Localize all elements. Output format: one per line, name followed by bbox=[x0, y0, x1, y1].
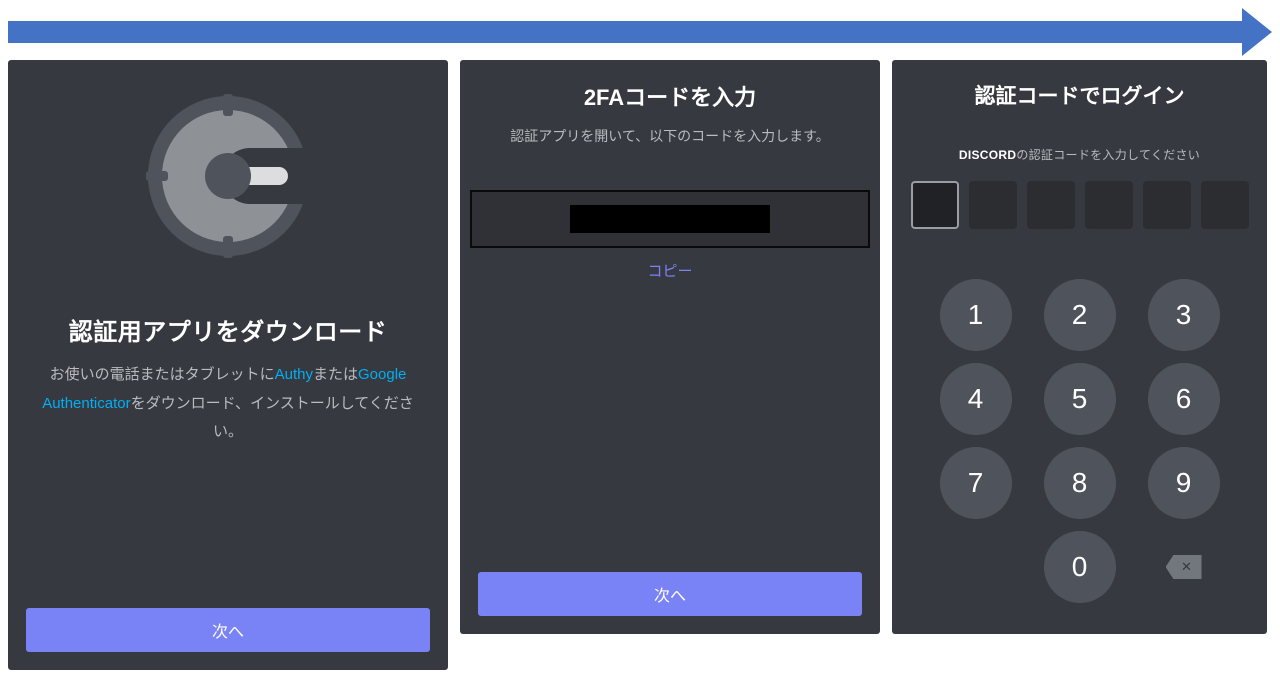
panel3-title: 認証コードでログイン bbox=[975, 80, 1185, 110]
keypad-2[interactable]: 2 bbox=[1044, 279, 1116, 351]
link-authy[interactable]: Authy bbox=[275, 366, 313, 383]
panel-login-with-code: 認証コードでログイン DISCORDの認証コードを入力してください 123 456… bbox=[892, 60, 1267, 634]
copy-button[interactable]: コピー bbox=[647, 260, 692, 281]
panel3-subtitle: DISCORDの認証コードを入力してください bbox=[959, 146, 1200, 163]
arrow-head-icon bbox=[1242, 8, 1272, 56]
flow-arrow bbox=[8, 16, 1272, 48]
code-digit-6[interactable] bbox=[1201, 181, 1249, 229]
panels-row: 認証用アプリをダウンロード お使いの電話またはタブレットにAuthyまたはGoo… bbox=[8, 60, 1272, 672]
panel2-subtitle: 認証アプリを開いて、以下のコードを入力します。 bbox=[486, 126, 853, 146]
auth-code-display bbox=[470, 190, 870, 248]
keypad-6[interactable]: 6 bbox=[1148, 363, 1220, 435]
keypad-9[interactable]: 9 bbox=[1148, 447, 1220, 519]
keypad-7[interactable]: 7 bbox=[940, 447, 1012, 519]
panel1-title: 認証用アプリをダウンロード bbox=[69, 312, 388, 347]
keypad-backspace[interactable] bbox=[1148, 531, 1220, 603]
desc-mid: または bbox=[313, 366, 358, 383]
panel-download-auth-app: 認証用アプリをダウンロード お使いの電話またはタブレットにAuthyまたはGoo… bbox=[8, 60, 448, 670]
authenticator-icon bbox=[138, 86, 318, 266]
keypad-3[interactable]: 3 bbox=[1148, 279, 1220, 351]
keypad-4[interactable]: 4 bbox=[940, 363, 1012, 435]
keypad-0[interactable]: 0 bbox=[1044, 531, 1116, 603]
keypad-5[interactable]: 5 bbox=[1044, 363, 1116, 435]
keypad-8[interactable]: 8 bbox=[1044, 447, 1116, 519]
arrow-bar bbox=[8, 21, 1242, 43]
code-digit-4[interactable] bbox=[1085, 181, 1133, 229]
keypad-1[interactable]: 1 bbox=[940, 279, 1012, 351]
code-digit-5[interactable] bbox=[1143, 181, 1191, 229]
code-digit-3[interactable] bbox=[1027, 181, 1075, 229]
desc-pre: お使いの電話またはタブレットに bbox=[50, 366, 275, 383]
next-button[interactable]: 次へ bbox=[26, 608, 430, 652]
desc-post: をダウンロード、インストールしてください。 bbox=[131, 395, 414, 441]
panel-enter-2fa-code: 2FAコードを入力 認証アプリを開いて、以下のコードを入力します。 コピー 次へ bbox=[460, 60, 880, 634]
panel1-description: お使いの電話またはタブレットにAuthyまたはGoogle Authentica… bbox=[8, 361, 448, 447]
subtitle-rest: の認証コードを入力してください bbox=[1016, 148, 1200, 162]
code-digit-2[interactable] bbox=[969, 181, 1017, 229]
code-digit-boxes bbox=[911, 181, 1249, 229]
panel2-title: 2FAコードを入力 bbox=[584, 80, 756, 112]
numeric-keypad: 123 456 7890 bbox=[931, 279, 1229, 605]
auth-code-redacted bbox=[570, 205, 770, 233]
next-button[interactable]: 次へ bbox=[478, 572, 862, 616]
code-digit-1[interactable] bbox=[911, 181, 959, 229]
brand-name: DISCORD bbox=[959, 148, 1016, 162]
backspace-icon bbox=[1166, 555, 1202, 579]
keypad-spacer bbox=[940, 531, 1012, 603]
